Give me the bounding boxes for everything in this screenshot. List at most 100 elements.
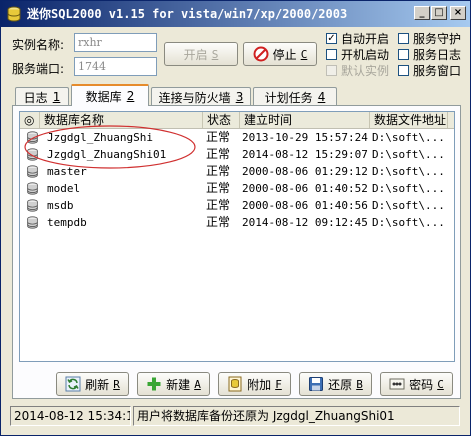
cell-name: tempdb <box>47 216 87 229</box>
window-title: 迷你SQL2000 v1.15 for vista/win7/xp/2000/2… <box>27 7 348 21</box>
database-list[interactable]: ◎ 数据库名称 状态 建立时间 数据文件地址 日 Jzgdgl_ZhuangSh… <box>19 111 455 362</box>
auto-start-label: 自动开启 <box>341 32 390 46</box>
instance-field[interactable]: rxhr <box>74 33 157 52</box>
create-button[interactable]: 新建 A <box>137 372 210 396</box>
port-field[interactable]: 1744 <box>74 57 157 76</box>
disk-icon <box>309 377 324 391</box>
cell-name: master <box>47 165 87 178</box>
stop-button-label: 停止 <box>272 47 297 62</box>
database-icon <box>27 148 38 161</box>
plus-icon <box>147 377 161 391</box>
password-label: 密码 <box>409 377 434 392</box>
restore-label: 还原 <box>328 377 353 392</box>
cell-path: D:\soft\... <box>372 182 445 195</box>
service-window-label: 服务窗口 <box>413 64 462 78</box>
cell-created: 2000-08-06 01:40:52 <box>242 182 368 195</box>
restore-hotkey: B <box>356 377 363 391</box>
table-row[interactable]: master 正常 2000-08-06 01:29:12 D:\soft\... <box>20 163 454 180</box>
database-icon <box>27 131 38 144</box>
status-time: 2014-08-12 15:34:15 <box>10 406 131 426</box>
stop-hotkey: C <box>300 47 308 61</box>
cell-status: 正常 <box>206 147 231 161</box>
tab-scheduled-tasks[interactable]: 计划任务 4 <box>253 87 337 106</box>
column-header-path[interactable]: 数据文件地址 <box>370 112 448 128</box>
tab-connection-firewall[interactable]: 连接与防火墙 3 <box>151 87 251 106</box>
database-icon <box>27 182 38 195</box>
refresh-icon <box>65 376 81 392</box>
service-guard-checkbox[interactable]: 服务守护 <box>398 30 461 47</box>
port-label: 服务端口: <box>12 62 65 76</box>
default-instance-checkbox[interactable]: 默认实例 <box>326 62 389 79</box>
cell-status: 正常 <box>206 198 231 212</box>
table-row[interactable]: model 正常 2000-08-06 01:40:52 D:\soft\... <box>20 180 454 197</box>
boot-start-label: 开机启动 <box>341 48 390 62</box>
service-log-checkbox[interactable]: 服务日志 <box>398 46 461 63</box>
start-button[interactable]: 开启 S <box>164 42 238 66</box>
start-button-label: 开启 <box>183 47 208 62</box>
table-row[interactable]: Jzgdgl_ZhuangShi 正常 2013-10-29 15:57:24 D:\… <box>20 129 454 146</box>
table-header: ◎ 数据库名称 状态 建立时间 数据文件地址 日 <box>20 112 454 129</box>
instance-label: 实例名称: <box>12 38 65 52</box>
restore-button[interactable]: 还原 B <box>299 372 372 396</box>
auto-start-check-icon: ✓ <box>326 32 337 44</box>
cell-name: Jzgdgl_ZhuangShi01 <box>47 148 167 161</box>
cell-name: model <box>47 182 81 195</box>
cell-path: D:\soft\... <box>372 216 445 229</box>
cell-name: msdb <box>47 199 74 212</box>
database-tab-panel: ◎ 数据库名称 状态 建立时间 数据文件地址 日 Jzgdgl_ZhuangSh… <box>12 105 461 399</box>
cell-created: 2014-08-12 15:29:07 <box>242 148 368 161</box>
title-bar[interactable]: 迷你SQL2000 v1.15 for vista/win7/xp/2000/2… <box>1 1 470 27</box>
create-hotkey: A <box>194 377 201 391</box>
maximize-button[interactable]: □ <box>431 6 447 20</box>
cell-status: 正常 <box>206 181 231 195</box>
column-header-log[interactable]: 日 <box>448 112 454 128</box>
status-message: 用户将数据库备份还原为 Jzgdgl_ZhuangShi01 <box>133 406 460 426</box>
attach-button[interactable]: 附加 F <box>218 372 291 396</box>
service-guard-label: 服务守护 <box>413 32 462 46</box>
cell-status: 正常 <box>206 164 231 178</box>
refresh-label: 刷新 <box>85 377 110 392</box>
cell-path: D:\soft\... <box>372 148 445 161</box>
tab-log[interactable]: 日志 1 <box>15 87 69 106</box>
attach-icon <box>228 376 242 392</box>
cell-name: Jzgdgl_ZhuangShi <box>47 131 153 144</box>
table-row[interactable]: Jzgdgl_ZhuangShi01 正常 2014-08-12 15:29:07 D… <box>20 146 454 163</box>
stop-icon <box>253 46 269 62</box>
attach-label: 附加 <box>247 377 272 392</box>
boot-start-checkbox[interactable]: 开机启动 <box>326 46 389 63</box>
table-row[interactable]: msdb 正常 2000-08-06 01:40:56 D:\soft\... <box>20 197 454 214</box>
table-row[interactable]: tempdb 正常 2014-08-12 09:12:45 D:\soft\... <box>20 214 454 231</box>
column-header-icon[interactable]: ◎ <box>20 112 40 128</box>
default-instance-label: 默认实例 <box>341 64 390 78</box>
column-header-name[interactable]: 数据库名称 <box>40 112 203 128</box>
password-icon <box>389 378 405 390</box>
close-button[interactable]: × <box>450 6 466 20</box>
cell-status: 正常 <box>206 215 231 229</box>
cell-created: 2013-10-29 15:57:24 <box>242 131 368 144</box>
attach-hotkey: F <box>275 377 282 391</box>
cell-created: 2000-08-06 01:40:56 <box>242 199 368 212</box>
minimize-button[interactable]: _ <box>414 6 430 20</box>
create-label: 新建 <box>166 377 191 392</box>
column-header-status[interactable]: 状态 <box>203 112 240 128</box>
cell-path: D:\soft\... <box>372 165 445 178</box>
tab-database[interactable]: 数据库 2 <box>71 84 149 106</box>
cell-created: 2000-08-06 01:29:12 <box>242 165 368 178</box>
database-icon <box>27 165 38 178</box>
cell-path: D:\soft\... <box>372 199 445 212</box>
main-window: 迷你SQL2000 v1.15 for vista/win7/xp/2000/2… <box>0 0 471 436</box>
column-header-created[interactable]: 建立时间 <box>240 112 370 128</box>
database-app-icon <box>7 6 21 22</box>
password-button[interactable]: 密码 C <box>380 372 453 396</box>
database-icon <box>27 199 38 212</box>
refresh-hotkey: R <box>113 377 120 391</box>
cell-path: D:\soft\... <box>372 131 445 144</box>
auto-start-checkbox[interactable]: ✓ 自动开启 <box>326 30 389 47</box>
stop-button[interactable]: 停止 C <box>243 42 317 66</box>
cell-status: 正常 <box>206 130 231 144</box>
password-hotkey: C <box>437 377 444 391</box>
service-window-checkbox[interactable]: 服务窗口 <box>398 62 461 79</box>
service-log-label: 服务日志 <box>413 48 462 62</box>
start-hotkey: S <box>211 47 219 61</box>
refresh-button[interactable]: 刷新 R <box>56 372 129 396</box>
